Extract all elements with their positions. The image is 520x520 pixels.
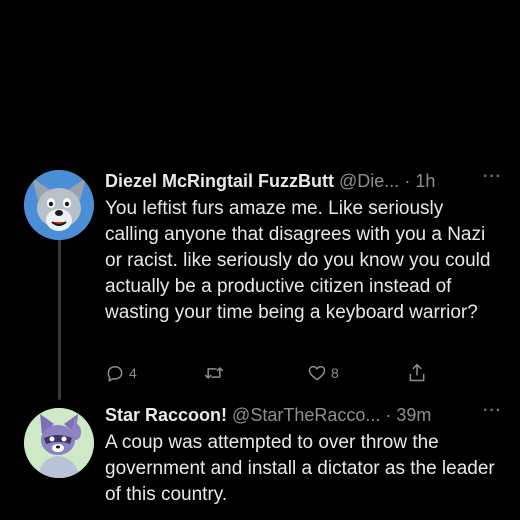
retweet-icon (204, 367, 224, 379)
separator-dot: · (385, 405, 392, 425)
tweet-actions: 4 8 (105, 360, 435, 386)
more-options-icon[interactable]: ··· (483, 402, 502, 420)
like-count: 8 (331, 365, 339, 381)
avatar[interactable] (24, 170, 94, 240)
tweet-text: A coup was attempted to over throw the g… (105, 432, 495, 505)
wolf-avatar-icon (24, 170, 94, 240)
like-button[interactable]: 8 (307, 360, 339, 386)
avatar[interactable] (24, 408, 94, 478)
heart-icon (308, 365, 326, 381)
thread-connector-line (58, 232, 61, 400)
raccoon-avatar-icon (24, 408, 94, 478)
reply-button[interactable]: 4 (105, 360, 137, 386)
timestamp[interactable]: 1h (415, 171, 435, 191)
reply-icon (107, 366, 123, 382)
timeline-page: Diezel McRingtail FuzzButt @Die... · 1h … (0, 0, 520, 520)
tweet-text: You leftist furs amaze me. Like seriousl… (105, 198, 491, 323)
user-handle[interactable]: @StarTheRacco... (232, 405, 380, 425)
timestamp[interactable]: 39m (396, 405, 431, 425)
reply-count: 4 (129, 365, 137, 381)
separator-dot: · (404, 171, 411, 191)
tweet-header: Star Raccoon! @StarTheRacco... · 39m (105, 402, 505, 428)
retweet-button[interactable] (203, 360, 229, 386)
share-button[interactable] (407, 360, 427, 386)
display-name[interactable]: Star Raccoon! (105, 405, 227, 425)
share-icon (409, 363, 425, 382)
tweet-header: Diezel McRingtail FuzzButt @Die... · 1h (105, 168, 505, 194)
display-name[interactable]: Diezel McRingtail FuzzButt (105, 171, 334, 191)
more-options-icon[interactable]: ··· (483, 168, 502, 186)
user-handle[interactable]: @Die... (339, 171, 399, 191)
